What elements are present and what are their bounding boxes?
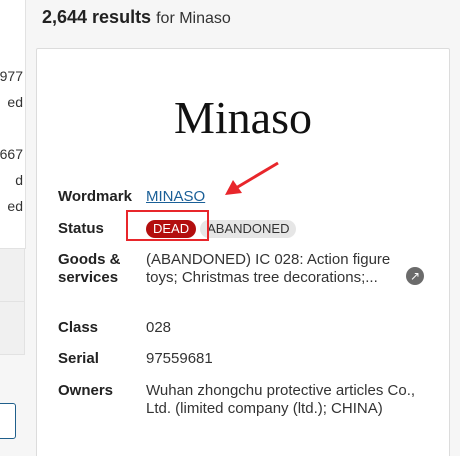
annotation-arrow-icon [225, 161, 279, 195]
search-results-page: 977 ed 667 d ed 2,644 results for Minaso… [0, 0, 460, 456]
